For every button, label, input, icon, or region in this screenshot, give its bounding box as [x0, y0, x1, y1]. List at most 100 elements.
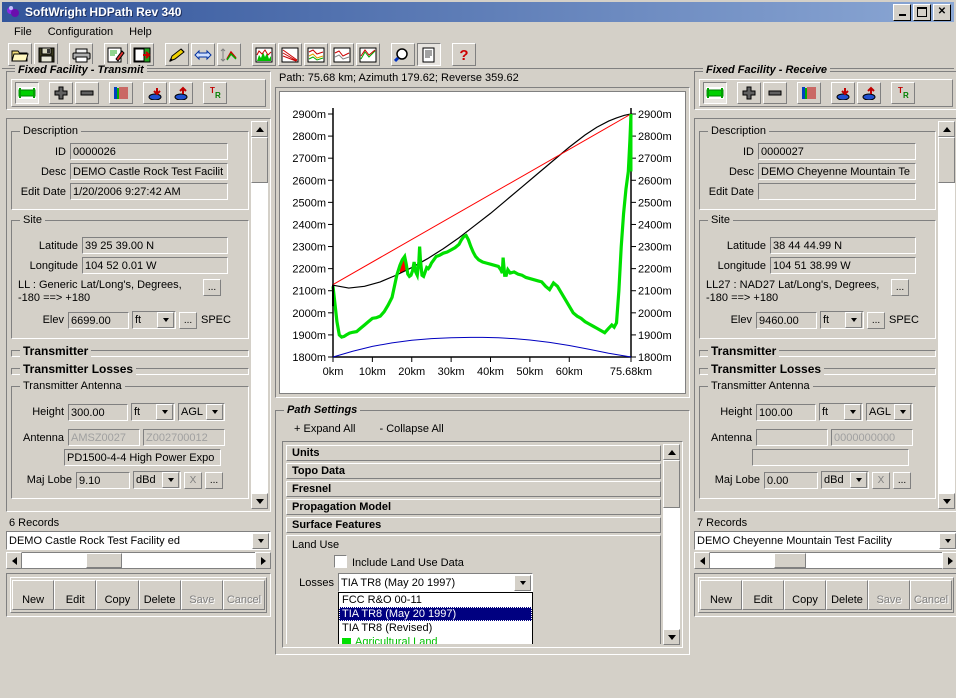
chevron-down-icon[interactable]	[845, 312, 862, 328]
tr-swap-icon[interactable]: TR	[203, 82, 227, 104]
scroll-left-icon[interactable]	[6, 552, 22, 569]
link-icon[interactable]	[703, 82, 727, 104]
transmit-majlobe-clear-button[interactable]: X	[184, 471, 202, 489]
receive-desc-field[interactable]: DEMO Cheyenne Mountain Te	[758, 163, 916, 180]
path-setting-fresnel[interactable]: Fresnel	[286, 481, 661, 497]
chevron-down-icon[interactable]	[157, 312, 174, 328]
transmit-elev-more-button[interactable]: ...	[179, 311, 197, 329]
transmit-height-field[interactable]: 300.00	[68, 403, 128, 421]
transmit-delete-button[interactable]: Delete	[138, 580, 181, 610]
path-settings-scrollbar[interactable]	[663, 444, 680, 645]
export-site-icon[interactable]	[857, 82, 881, 104]
transmit-latitude-field[interactable]: 39 25 39.00 N	[82, 237, 228, 254]
coverage-chart-icon[interactable]	[356, 43, 380, 66]
include-land-use-checkbox[interactable]	[334, 555, 347, 568]
receive-majlobe-more-button[interactable]: ...	[893, 471, 911, 489]
receive-edit-button[interactable]: Edit	[742, 580, 784, 610]
receive-elev-more-button[interactable]: ...	[867, 311, 885, 329]
receive-antenna-code-field[interactable]	[756, 429, 828, 446]
receive-new-button[interactable]: New	[700, 580, 742, 610]
plus-icon[interactable]	[49, 82, 73, 104]
transmit-antenna-serial-field[interactable]: Z002700012	[143, 429, 225, 446]
terrain-profile-icon[interactable]	[252, 43, 276, 66]
losses-option-2[interactable]: TIA TR8 (Revised)	[339, 621, 532, 635]
path-setting-surface-features[interactable]: Surface Features	[286, 517, 661, 533]
edit-report-icon[interactable]	[104, 43, 128, 66]
scrollbar-trough[interactable]	[251, 137, 268, 493]
save-icon[interactable]	[34, 43, 58, 66]
report-icon[interactable]	[417, 43, 441, 66]
path-setting-units[interactable]: Units	[286, 445, 661, 461]
losses-option-0[interactable]: FCC R&O 00-11	[339, 593, 532, 607]
chevron-down-icon[interactable]	[252, 532, 269, 549]
scroll-down-icon[interactable]	[938, 493, 955, 509]
transmit-edit-button[interactable]: Edit	[54, 580, 97, 610]
receive-editdate-field[interactable]	[758, 183, 916, 200]
path-loss-chart-icon[interactable]	[304, 43, 328, 66]
scroll-right-icon[interactable]	[255, 552, 271, 569]
chevron-down-icon[interactable]	[206, 404, 223, 420]
transmit-new-button[interactable]: New	[12, 580, 55, 610]
horizontal-arrows-icon[interactable]	[191, 43, 215, 66]
transmit-transmitter-losses-group[interactable]: Transmitter Losses	[11, 362, 249, 376]
scroll-left-icon[interactable]	[694, 552, 710, 569]
scrollbar-thumb[interactable]	[938, 137, 955, 183]
scrollbar-thumb[interactable]	[251, 137, 268, 183]
transmit-majlobe-units-combo[interactable]: dBd	[133, 471, 181, 489]
close-button[interactable]: ✕	[933, 3, 951, 21]
scrollbar-trough[interactable]	[22, 552, 255, 569]
receive-transmitter-losses-group[interactable]: Transmitter Losses	[699, 362, 936, 376]
open-icon[interactable]	[8, 43, 32, 66]
minimize-button[interactable]	[893, 3, 911, 21]
list-icon[interactable]	[797, 82, 821, 104]
scrollbar-trough[interactable]	[938, 137, 955, 493]
chevron-down-icon[interactable]	[844, 404, 861, 420]
path-setting-topo-data[interactable]: Topo Data	[286, 463, 661, 479]
receive-delete-button[interactable]: Delete	[826, 580, 868, 610]
transmit-copy-button[interactable]: Copy	[96, 580, 139, 610]
signal-chart-icon[interactable]	[330, 43, 354, 66]
transmit-height-ref-combo[interactable]: AGL	[178, 403, 225, 421]
menu-item-file[interactable]: File	[6, 24, 40, 40]
receive-elev-field[interactable]: 9460.00	[756, 311, 817, 329]
receive-id-field[interactable]: 0000027	[758, 143, 916, 160]
losses-combo[interactable]: TIA TR8 (May 20 1997)	[338, 573, 533, 592]
receive-longitude-field[interactable]: 104 51 38.99 W	[770, 257, 916, 274]
scrollbar-trough[interactable]	[663, 460, 680, 629]
receive-height-field[interactable]: 100.00	[756, 403, 816, 421]
receive-antenna-serial-field[interactable]: 0000000000	[831, 429, 913, 446]
receive-transmitter-group[interactable]: Transmitter	[699, 344, 936, 358]
transmit-elev-field[interactable]: 6699.00	[68, 311, 129, 329]
transmit-id-field[interactable]: 0000026	[70, 143, 228, 160]
vertical-profile-icon[interactable]	[217, 43, 241, 66]
transmit-transmitter-group[interactable]: Transmitter	[11, 344, 249, 358]
transmit-detail-scrollbar[interactable]	[251, 121, 268, 509]
expand-all-link[interactable]: + Expand All	[294, 423, 355, 435]
receive-datum-button[interactable]: ...	[891, 279, 909, 296]
print-icon[interactable]	[69, 43, 93, 66]
transmit-datum-button[interactable]: ...	[203, 279, 221, 296]
transmit-desc-field[interactable]: DEMO Castle Rock Test Facilit	[70, 163, 228, 180]
receive-latitude-field[interactable]: 38 44 44.99 N	[770, 237, 916, 254]
menu-item-configuration[interactable]: Configuration	[40, 24, 121, 40]
minus-icon[interactable]	[763, 82, 787, 104]
transmit-antenna-code-field[interactable]: AMSZ0027	[68, 429, 140, 446]
scrollbar-trough[interactable]	[710, 552, 942, 569]
receive-detail-scrollbar[interactable]	[938, 121, 955, 509]
receive-majlobe-units-combo[interactable]: dBd	[821, 471, 869, 489]
losses-dropdown-list[interactable]: FCC R&O 00-11 TIA TR8 (May 20 1997) TIA …	[338, 592, 533, 644]
import-icon[interactable]	[143, 82, 167, 104]
scroll-down-icon[interactable]	[251, 493, 268, 509]
transmit-majlobe-field[interactable]: 9.10	[76, 471, 130, 489]
losses-option-1[interactable]: TIA TR8 (May 20 1997)	[339, 607, 532, 621]
path-setting-propagation-model[interactable]: Propagation Model	[286, 499, 661, 515]
chevron-down-icon[interactable]	[156, 404, 173, 420]
scrollbar-thumb[interactable]	[86, 553, 122, 568]
receive-elev-units-combo[interactable]: ft	[820, 311, 864, 329]
scrollbar-thumb[interactable]	[774, 553, 806, 568]
maximize-button[interactable]	[913, 3, 931, 21]
pencil-icon[interactable]	[165, 43, 189, 66]
scroll-up-icon[interactable]	[663, 444, 680, 460]
receive-height-units-combo[interactable]: ft	[819, 403, 863, 421]
receive-record-scrollbar[interactable]	[694, 552, 956, 569]
